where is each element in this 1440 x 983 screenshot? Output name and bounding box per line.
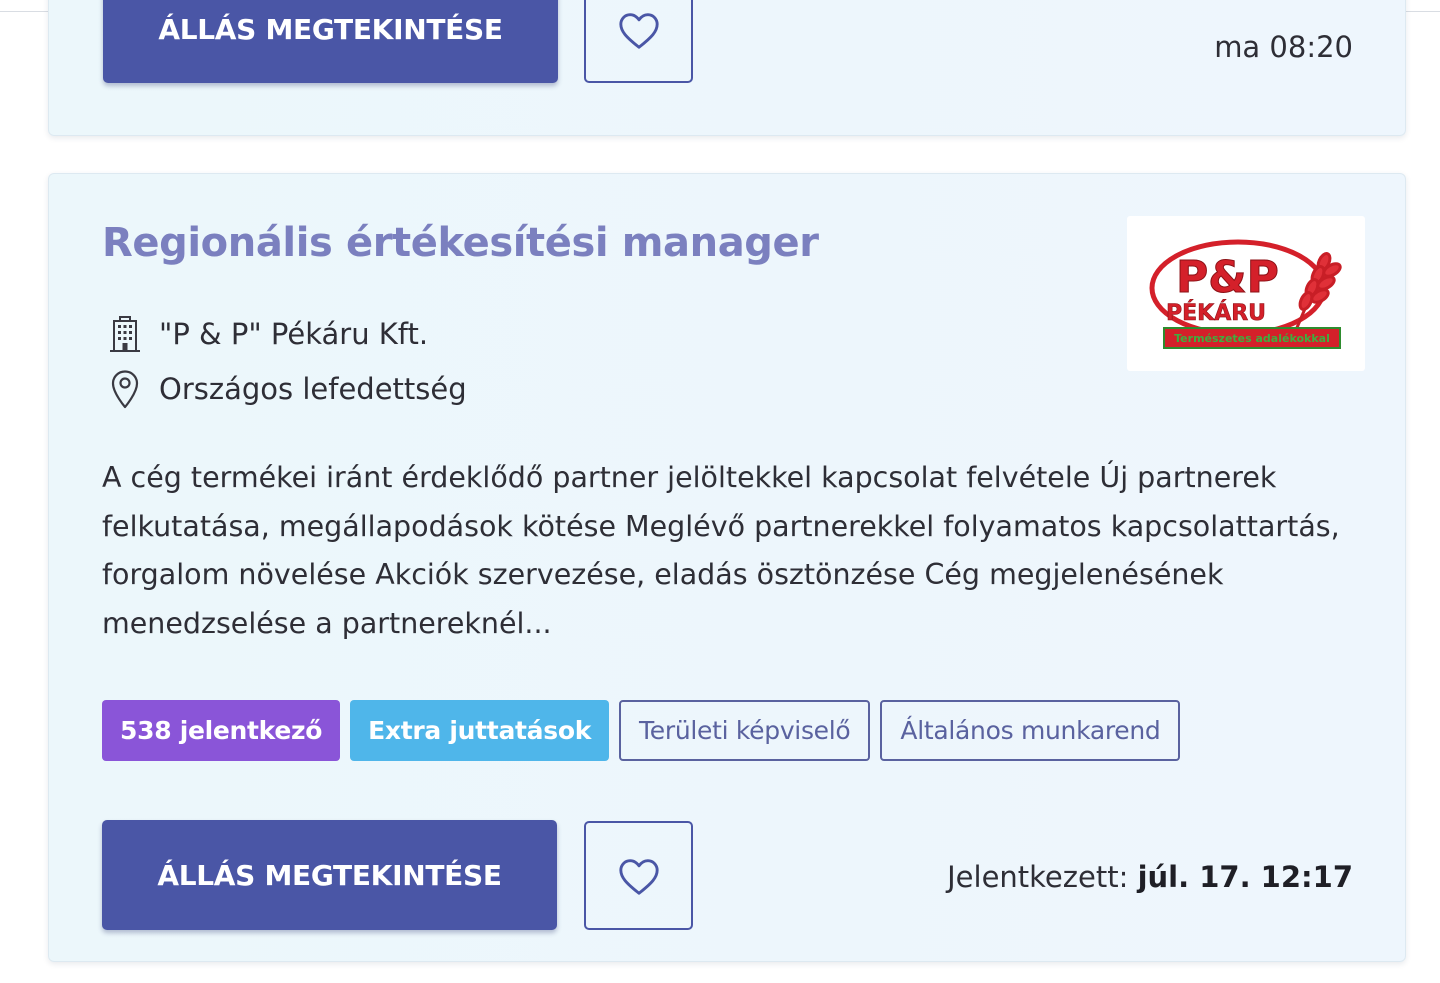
applied-label: Jelentkezett: — [947, 860, 1129, 894]
favorite-button[interactable] — [584, 0, 693, 83]
schedule-tag: Általános munkarend — [880, 700, 1181, 761]
view-job-button[interactable]: ÁLLÁS MEGTEKINTÉSE — [103, 0, 558, 83]
map-pin-icon — [107, 369, 143, 409]
applied-status: Jelentkezett: júl. 17. 12:17 — [947, 860, 1353, 894]
company-name: "P & P" Pékáru Kft. — [159, 317, 429, 351]
job-card-previous: ÁLLÁS MEGTEKINTÉSE ma 08:20 — [48, 0, 1406, 136]
posted-time: ma 08:20 — [1214, 30, 1353, 64]
applicants-badge: 538 jelentkező — [102, 700, 341, 761]
company-logo: P&P PÉKÁRU Természetes adalékokkal — [1127, 216, 1365, 371]
role-tag: Területi képviselő — [619, 700, 871, 761]
tag-list: 538 jelentkező Extra juttatások Területi… — [102, 700, 1181, 761]
building-icon — [107, 314, 143, 354]
svg-text:Természetes adalékokkal: Természetes adalékokkal — [1174, 332, 1330, 345]
job-title[interactable]: Regionális értékesítési manager — [102, 220, 819, 266]
favorite-button[interactable] — [584, 821, 693, 930]
applied-date: júl. 17. 12:17 — [1137, 860, 1353, 894]
benefits-badge: Extra juttatások — [350, 700, 610, 761]
svg-text:PÉKÁRU: PÉKÁRU — [1166, 300, 1266, 326]
job-description: A cég termékei iránt érdeklődő partner j… — [102, 461, 1340, 640]
svg-text:P&P: P&P — [1176, 252, 1279, 303]
location-text: Országos lefedettség — [159, 372, 467, 406]
heart-icon — [618, 858, 659, 895]
job-card: Regionális értékesítési manager P&P PÉKÁ… — [48, 173, 1406, 962]
location-row: Országos lefedettség — [107, 369, 467, 409]
pp-pekaru-logo: P&P PÉKÁRU Természetes adalékokkal — [1149, 239, 1342, 349]
heart-icon — [618, 12, 659, 49]
view-job-button[interactable]: ÁLLÁS MEGTEKINTÉSE — [102, 820, 557, 930]
company-row: "P & P" Pékáru Kft. — [107, 314, 428, 354]
